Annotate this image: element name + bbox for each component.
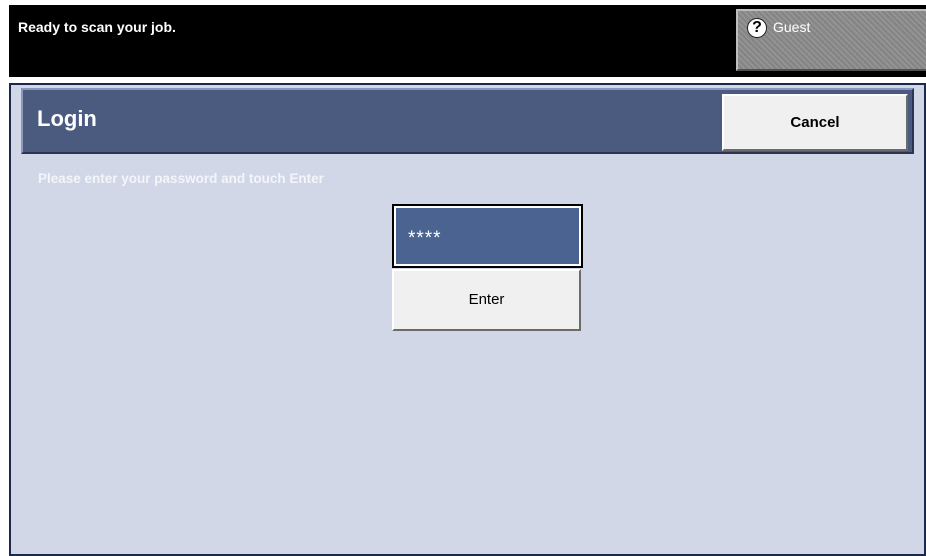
title-bar: Login Cancel <box>21 88 914 154</box>
guest-user-button[interactable]: ? Guest <box>736 9 926 71</box>
status-message: Ready to scan your job. <box>18 19 176 35</box>
instruction-text: Please enter your password and touch Ent… <box>38 171 324 186</box>
status-bar: Ready to scan your job. ? Guest <box>9 5 926 77</box>
login-panel: Login Cancel Please enter your password … <box>9 83 926 556</box>
enter-button[interactable]: Enter <box>392 269 581 331</box>
guest-user-label: Guest <box>773 19 811 35</box>
cancel-button[interactable]: Cancel <box>722 94 908 151</box>
login-screen: Ready to scan your job. ? Guest Login Ca… <box>0 0 926 556</box>
help-icon: ? <box>747 18 767 38</box>
password-field[interactable]: **** <box>392 204 583 268</box>
page-title: Login <box>37 106 97 131</box>
